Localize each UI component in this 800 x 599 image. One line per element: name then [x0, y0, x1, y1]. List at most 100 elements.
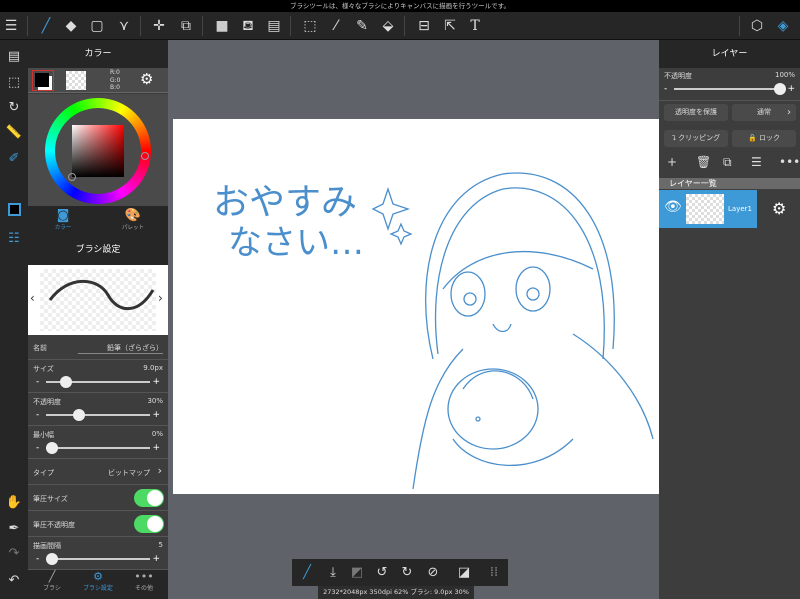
tab-brush-settings[interactable]: ⚙ ブラシ設定	[75, 570, 121, 592]
move-tool-icon[interactable]: ✛	[148, 15, 170, 37]
pressure-opacity-row: 筆圧不透明度	[28, 511, 168, 537]
select-tool-icon[interactable]: ⬚	[299, 15, 321, 37]
opacity-row: 不透明度 30% - +	[28, 393, 168, 426]
size-row: サイズ 9.0px - +	[28, 360, 168, 393]
magic-wand-icon[interactable]: ⁄	[325, 15, 347, 37]
color-wheel-area[interactable]	[28, 94, 168, 206]
color-panel-title: カラー	[28, 40, 168, 68]
brush-snap-icon[interactable]: ╱	[296, 562, 318, 584]
spacing-slider[interactable]: - +	[36, 553, 160, 565]
selection-layer-icon[interactable]: ⬚	[3, 72, 25, 94]
layer-settings-gear-icon[interactable]: ⚙	[772, 199, 786, 218]
layer-list-icon[interactable]: ☰	[751, 155, 762, 169]
eye-icon[interactable]: 👁	[664, 199, 682, 215]
rotate-right-icon[interactable]: ↻	[396, 562, 418, 584]
fill-color-icon[interactable]: ■	[211, 15, 233, 37]
secondary-color-swatch[interactable]	[66, 71, 86, 90]
select-eraser-icon[interactable]: ⬙	[377, 15, 399, 37]
import-icon[interactable]: ⤓	[322, 562, 344, 584]
text-tool-icon[interactable]: T	[464, 15, 486, 37]
min-width-slider[interactable]: - +	[36, 442, 160, 454]
palette-icon: 🎨	[124, 208, 142, 223]
gear-icon[interactable]: ⚙	[140, 70, 153, 88]
chevron-right-icon: ›	[157, 464, 162, 477]
min-width-row: 最小幅 0% - +	[28, 426, 168, 459]
left-sidebar: ▤ ⬚ ↻ 📏 ✐ ☷ ✋ ✒ ↷ ↶	[0, 40, 28, 599]
layer-row[interactable]: 👁 Layer1	[659, 190, 757, 228]
drawing-canvas[interactable]: おやすみ なさい…	[173, 119, 659, 494]
brush-settings-title: ブラシ設定	[28, 235, 168, 265]
canvas-info: 2732*2048px 350dpi 62% ブラシ: 9.0px 30%	[318, 586, 474, 599]
snap-icon[interactable]: ✐	[3, 148, 25, 170]
grid-icon[interactable]: ⁞⁞	[483, 562, 505, 584]
lock-icon: 🔒	[748, 134, 759, 142]
brush-list-icon[interactable]: ☷	[3, 228, 25, 250]
hand-icon[interactable]: ✋	[3, 492, 25, 514]
tab-brush[interactable]: ╱ ブラシ	[29, 570, 75, 592]
frame-divider-icon[interactable]: ⊟	[413, 15, 435, 37]
saturation-value-square[interactable]	[72, 125, 124, 177]
pressure-size-row: 筆圧サイズ	[28, 485, 168, 511]
eyedropper-icon[interactable]: ✒	[3, 518, 25, 540]
chevron-right-icon: ›	[787, 107, 791, 118]
redo-icon[interactable]: ↷	[3, 543, 25, 565]
layer-list-title: レイヤー一覧	[659, 178, 800, 189]
more-icon[interactable]: •••	[779, 155, 800, 169]
opacity-slider[interactable]: - +	[36, 409, 160, 421]
reset-rotation-icon[interactable]: ⊘	[422, 562, 444, 584]
left-panel: カラー R:0 G:0 B:0 ⚙ ◙ カラー 🎨 パレット ブラシ設定 ‹ › 名…	[28, 40, 168, 599]
sketch-text-line2: なさい…	[228, 223, 364, 263]
materials-icon[interactable]: ⬡	[746, 15, 768, 37]
transform-tool-icon[interactable]: ⧉	[175, 15, 197, 37]
brush-gear-icon: ⚙	[93, 570, 103, 583]
layer-panel-title: レイヤー	[659, 40, 800, 68]
color-circle-icon: ◙	[56, 208, 70, 223]
select-pen-icon[interactable]: ✎	[351, 15, 373, 37]
next-brush-icon[interactable]: ›	[158, 291, 163, 305]
tab-palette[interactable]: 🎨 パレット	[118, 208, 148, 231]
undo-icon[interactable]: ↶	[3, 570, 25, 592]
pressure-size-toggle[interactable]	[134, 489, 164, 507]
spacing-row: 描画間隔 5 - +	[28, 537, 168, 570]
layer-opacity-slider[interactable]: - +	[664, 83, 795, 95]
shape-tool-icon[interactable]: ▢	[86, 15, 108, 37]
eraser-tool-icon[interactable]: ◆	[60, 15, 82, 37]
tab-color[interactable]: ◙ カラー	[50, 208, 76, 231]
more-icon: •••	[134, 570, 154, 583]
ruler-icon[interactable]: 📏	[3, 122, 25, 144]
tab-other[interactable]: ••• その他	[121, 570, 167, 592]
pages-icon[interactable]: ▤	[3, 46, 25, 68]
layers-icon[interactable]: ◈	[772, 15, 794, 37]
flip-icon[interactable]: ◪	[453, 562, 475, 584]
protect-alpha-button[interactable]: 透明度を保護	[664, 104, 728, 121]
primary-color-swatch[interactable]	[32, 70, 54, 91]
add-layer-icon[interactable]: +	[667, 155, 677, 169]
trash-icon[interactable]: 🗑	[696, 155, 711, 169]
brush-name-row[interactable]: 名前 鉛筆（ざらざら）	[28, 335, 168, 360]
duplicate-layer-icon[interactable]: ⧉	[723, 155, 732, 170]
red-value: R:0	[110, 69, 120, 76]
clear-icon[interactable]: ◩	[346, 562, 368, 584]
brush-name-field[interactable]: 鉛筆（ざらざら）	[78, 343, 163, 354]
bucket-tool-icon[interactable]: ⛾	[237, 15, 259, 37]
menu-icon[interactable]: ☰	[0, 15, 22, 37]
brush-preview: ‹ ›	[28, 265, 168, 335]
size-slider[interactable]: - +	[36, 376, 160, 388]
brush-tool-icon[interactable]: ╱	[35, 15, 57, 37]
color-panel-icon[interactable]	[3, 202, 25, 224]
blue-value: B:0	[110, 84, 120, 91]
clipping-button[interactable]: ⮧ クリッピング	[664, 130, 728, 147]
bottom-tabs: ╱ ブラシ ⚙ ブラシ設定 ••• その他	[28, 570, 168, 599]
blend-mode-button[interactable]: 通常 ›	[732, 104, 796, 121]
type-row[interactable]: タイプ ビットマップ ›	[28, 459, 168, 485]
gradient-tool-icon[interactable]: ▤	[263, 15, 285, 37]
operation-tool-icon[interactable]: ⇱	[439, 15, 461, 37]
pressure-opacity-toggle[interactable]	[134, 515, 164, 533]
lock-button[interactable]: 🔒 ロック	[732, 130, 796, 147]
rotate-icon[interactable]: ↻	[3, 97, 25, 119]
prev-brush-icon[interactable]: ‹	[30, 291, 35, 305]
top-toolbar: ☰ ╱ ◆ ▢ ⋎ ✛ ⧉ ■ ⛾ ▤ ⬚ ⁄ ✎ ⬙ ⊟ ⇱ T ⬡ ◈	[0, 12, 800, 40]
rotate-left-icon[interactable]: ↺	[371, 562, 393, 584]
correction-tool-icon[interactable]: ⋎	[113, 15, 135, 37]
sketch-drawing: おやすみ なさい…	[213, 172, 654, 490]
